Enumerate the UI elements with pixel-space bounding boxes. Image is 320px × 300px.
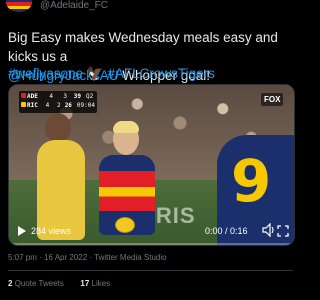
tweet-stats: 2 Quote Tweets 17 Likes xyxy=(8,278,110,290)
scorebug-goals: 4 xyxy=(45,102,50,109)
player-adelaide-hair xyxy=(113,121,139,133)
scorebug-quarter: Q2 xyxy=(86,93,94,100)
broadcaster-logo: FOX xyxy=(261,93,284,106)
ric-color-swatch xyxy=(21,102,26,107)
avatar-stripe-yellow xyxy=(6,6,32,9)
scorebug-total: 26 xyxy=(64,102,72,109)
view-count: 284 views xyxy=(31,226,72,236)
fullscreen-icon[interactable] xyxy=(277,224,289,237)
author-handle[interactable]: @Adelaide_FC xyxy=(40,0,108,12)
scorebug-team: RIC xyxy=(21,101,38,110)
eagle-emoji: 🦅 xyxy=(86,66,104,81)
avatar[interactable] xyxy=(6,0,32,12)
scorebug-total: 39 xyxy=(73,93,81,100)
scorebug-goals: 4 xyxy=(49,93,53,100)
like-count[interactable]: 17 xyxy=(80,279,89,288)
tweet-timestamp[interactable]: 5:07 pm · 16 Apr 2022 · Twitter Media St… xyxy=(8,252,167,264)
hashtags-line: #weflyasone 🦅 #AFLCrowsTigers xyxy=(8,64,296,83)
scorebug: ADE 4 3 39 Q2 RIC 4 2 26 09:04 xyxy=(19,91,97,113)
player-yellow-head xyxy=(45,113,71,143)
quote-label[interactable]: Quote Tweets xyxy=(15,279,64,288)
quote-count[interactable]: 2 xyxy=(8,279,12,288)
ade-color-swatch xyxy=(21,93,26,98)
hashtag-weflyasone[interactable]: #weflyasone xyxy=(8,66,83,81)
football xyxy=(115,217,135,233)
hashtag-aflcrowstigers[interactable]: #AFLCrowsTigers xyxy=(107,66,215,81)
volume-icon[interactable] xyxy=(262,222,274,238)
scorebug-clock: 09:04 xyxy=(76,102,95,109)
video-progress-track[interactable] xyxy=(9,243,294,245)
scorebug-behinds: 2 xyxy=(56,102,61,109)
scorebug-row: ADE 4 3 39 Q2 xyxy=(21,92,95,101)
tweet-text-before: Big Easy makes Wednesday meals easy and … xyxy=(8,30,278,64)
scorebug-team: ADE xyxy=(21,92,39,101)
video-player[interactable]: ARIS 9 ADE 4 3 39 Q2 RIC 4 2 26 09:04 FO… xyxy=(8,84,295,246)
divider xyxy=(8,270,293,271)
video-timer: 0:00 / 0:16 xyxy=(205,226,248,236)
play-icon[interactable] xyxy=(17,225,27,237)
scorebug-behinds: 3 xyxy=(63,93,67,100)
like-label[interactable]: Likes xyxy=(92,279,111,288)
jersey-number: 9 xyxy=(231,147,272,215)
tweet-header: @Adelaide_FC xyxy=(0,0,300,18)
scorebug-row: RIC 4 2 26 09:04 xyxy=(21,101,95,110)
